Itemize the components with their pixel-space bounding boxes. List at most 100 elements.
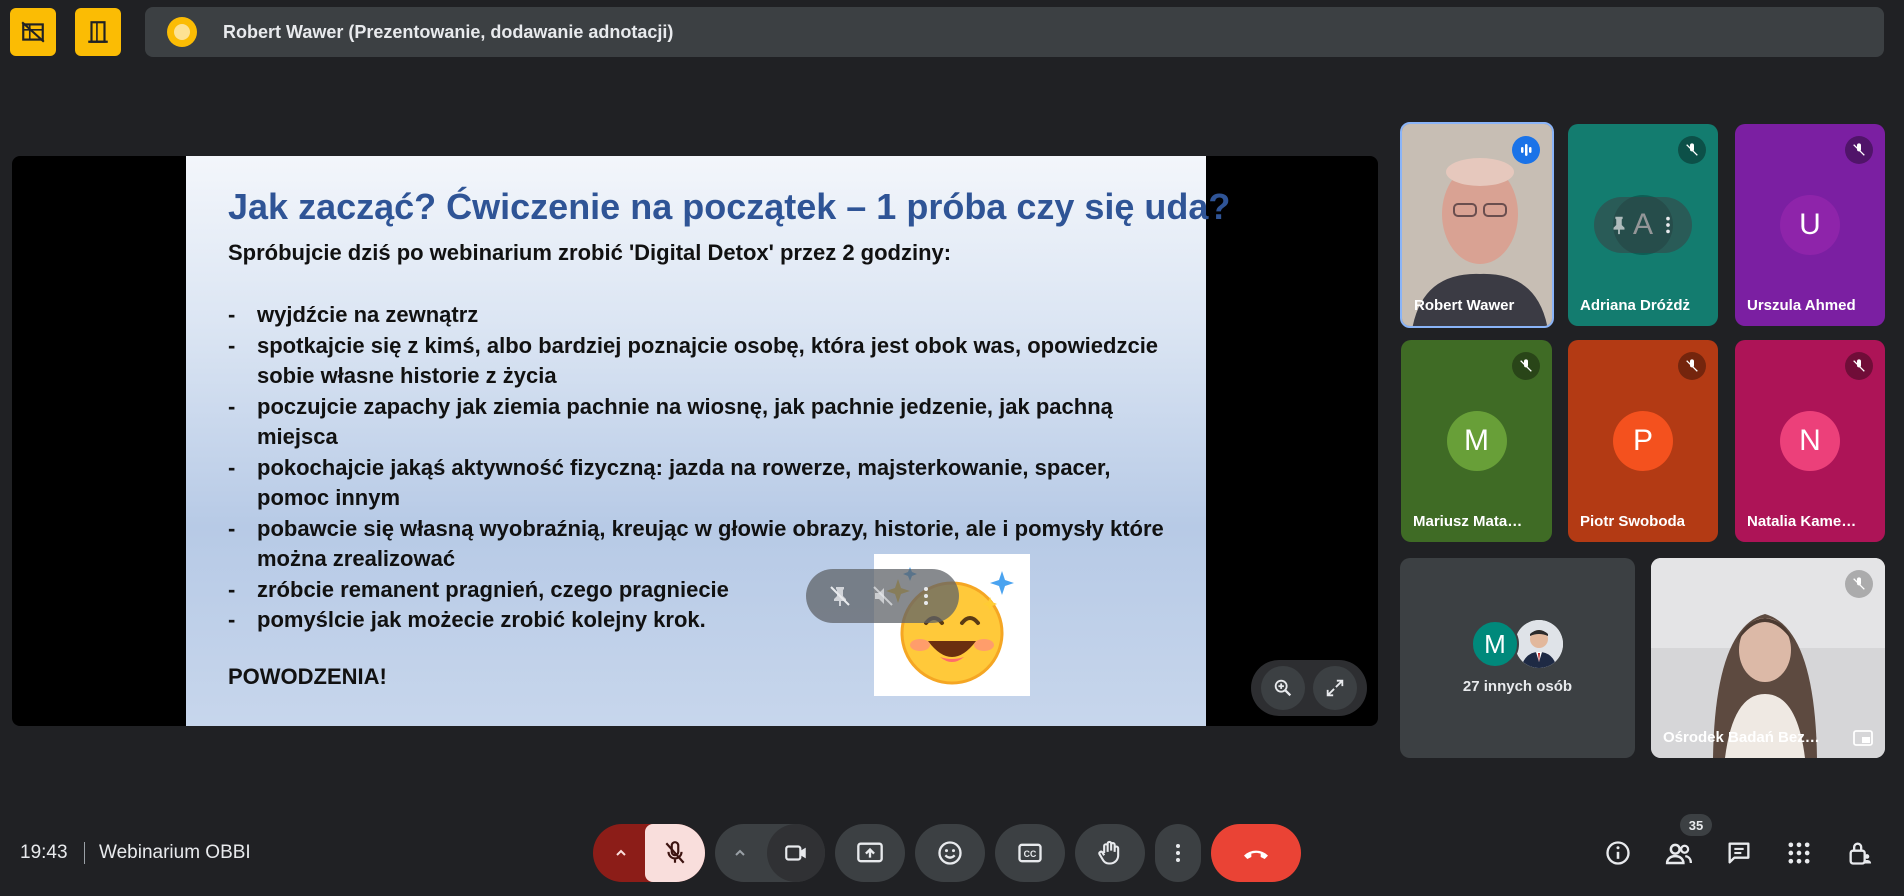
speaking-indicator [1512,136,1540,164]
participant-tile-mariusz[interactable]: M Mariusz Mata… [1401,340,1552,542]
people-icon [1665,843,1692,865]
more-options-button[interactable] [1155,824,1201,882]
others-count-label: 27 innych osób [1462,678,1573,695]
participant-avatar: N [1780,411,1840,471]
slide-title: Jak zacząć? Ćwiczenie na początek – 1 pr… [228,186,1231,227]
more-options-button[interactable] [909,579,943,613]
zoom-in-button[interactable] [1261,666,1305,710]
participant-name: Natalia Kame… [1747,513,1857,530]
clock: 19:43 [20,842,68,863]
slide-list: wyjdźcie na zewnątrz spotkajcie się z ki… [228,300,1188,636]
others-tile[interactable]: M 27 innych osób [1400,558,1635,758]
zoom-controls [1251,660,1367,716]
participant-tile-robert[interactable]: Robert Wawer [1400,122,1554,328]
present-to-all-icon [857,842,883,863]
hand-icon [1098,840,1120,865]
no-video-grid-icon [21,21,45,43]
slide-list-item: pomyślcie jak możecie zrobić kolejny kro… [228,605,1188,636]
mic-off-indicator [1845,136,1873,164]
meeting-details-button[interactable] [1600,835,1636,871]
microphone-toggle-button[interactable] [645,824,705,882]
mic-off-icon [1853,143,1865,156]
others-avatar: M [1471,620,1519,668]
participant-count-badge: 35 [1680,814,1712,836]
raise-hand-button[interactable] [1075,824,1145,882]
mic-off-icon [1520,359,1532,372]
slide-subtitle: Spróbujcie dziś po webinarium zrobić 'Di… [228,240,952,265]
slide-list-item: pokochajcie jakąś aktywność fizyczną: ja… [228,453,1188,514]
participant-name: Piotr Swoboda [1580,513,1685,530]
participant-name: Urszula Ahmed [1747,297,1856,314]
meeting-title[interactable]: Webinarium OBBI [99,842,251,864]
participant-tile-natalia[interactable]: N Natalia Kame… [1735,340,1885,542]
slide-list-item: pobawcie się własną wyobraźnią, kreując … [228,514,1188,575]
participant-tile-piotr[interactable]: P Piotr Swoboda [1568,340,1718,542]
presentation-stage[interactable]: Jak zacząć? Ćwiczenie na początek – 1 pr… [12,156,1378,726]
mic-off-indicator [1845,352,1873,380]
person-photo-icon [1515,620,1563,668]
camera-toggle-button[interactable] [767,824,825,882]
zoom-in-icon [1274,679,1292,697]
video-settings-button[interactable] [715,824,765,882]
video-control-group [715,824,825,882]
chat-button[interactable] [1721,835,1757,871]
activities-button[interactable] [1781,835,1817,871]
divider [84,842,85,864]
mic-off-icon [1686,143,1698,156]
closed-caption-icon: CC [1018,843,1042,863]
participant-avatar: M [1446,411,1507,471]
tile-hover-controls [1594,197,1692,253]
emoji-icon [938,841,962,865]
audio-settings-button[interactable] [593,824,649,882]
meet-window: Robert Wawer (Prezentowanie, dodawanie a… [0,0,1904,896]
apps-grid-icon [1788,842,1810,864]
audio-control-group [593,824,705,882]
reactions-button[interactable] [915,824,985,882]
fullscreen-button[interactable] [1313,666,1357,710]
participant-tile-osrodek[interactable]: Ośrodek Badań Bez… [1651,558,1885,758]
participant-avatar: P [1613,411,1673,471]
svg-text:CC: CC [1024,849,1037,859]
participant-tile-urszula[interactable]: U Urszula Ahmed [1735,124,1885,326]
pin-icon[interactable] [1608,214,1630,236]
present-screen-button[interactable] [835,824,905,882]
chat-icon [1728,842,1750,864]
chevron-up-icon [735,849,745,856]
presenting-text: Robert Wawer (Prezentowanie, dodawanie a… [223,21,674,42]
info-icon [1606,841,1630,865]
more-vert-icon[interactable] [1657,214,1679,236]
presenting-banner: Robert Wawer (Prezentowanie, dodawanie a… [145,7,1884,57]
slide-closing: POWODZENIA! [228,664,387,689]
mic-off-icon [1686,359,1698,372]
videocam-icon [785,845,806,861]
door-icon [88,21,108,43]
mute-presentation-audio-button[interactable] [866,579,900,613]
slide-list-item: wyjdźcie na zewnątrz [228,300,1188,331]
mic-off-icon [665,841,685,864]
slide-list-item: spotkajcie się z kimś, albo bardziej poz… [228,331,1188,392]
mic-off-indicator [1678,352,1706,380]
leave-call-button[interactable] [1211,824,1301,882]
people-button[interactable] [1661,835,1697,871]
participant-name: Adriana Dróżdż [1580,297,1691,314]
lock-person-icon [1849,842,1872,865]
pin-overlay-controls [806,569,959,623]
mic-off-indicator [1845,570,1873,598]
slide-list-item: zróbcie remanent pragnień, czego pragnie… [228,575,1188,606]
slide-list-item: poczujcie zapachy jak ziemia pachnie na … [228,392,1188,453]
volume-off-icon [872,586,893,606]
unpin-button[interactable] [823,579,857,613]
mic-off-indicator [1678,136,1706,164]
captions-button[interactable]: CC [995,824,1065,882]
expand-icon [1326,679,1344,697]
participant-name: Ośrodek Badań Bez… [1663,729,1820,746]
participant-avatar: U [1780,195,1840,255]
companion-mode-button[interactable] [75,8,121,56]
others-photo-avatar [1515,620,1563,668]
participant-tile-adriana[interactable]: A Adriana Dróżdż [1568,124,1718,326]
picture-in-picture-icon[interactable] [1851,728,1875,748]
call-end-icon [1244,850,1268,859]
hide-self-view-button[interactable] [10,8,56,56]
host-controls-button[interactable] [1842,835,1878,871]
presentation-slide: Jak zacząć? Ćwiczenie na początek – 1 pr… [186,156,1230,726]
